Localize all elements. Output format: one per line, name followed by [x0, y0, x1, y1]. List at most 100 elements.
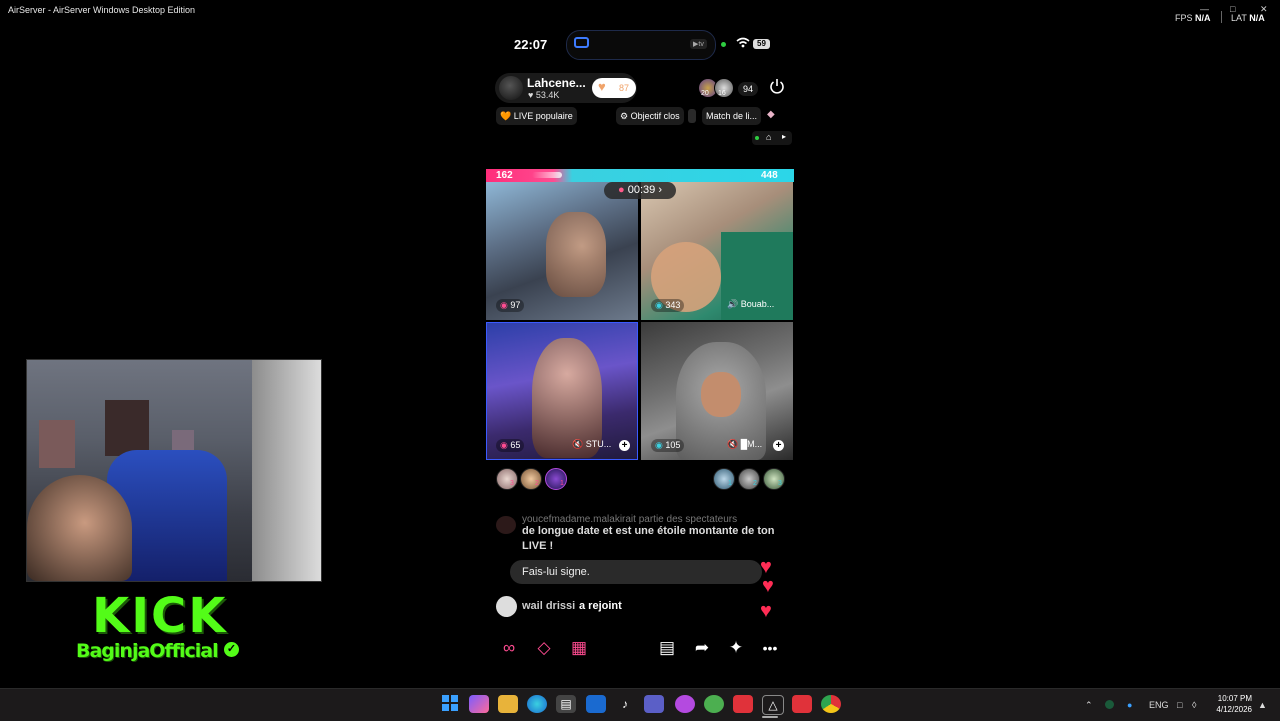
- notifications-icon[interactable]: ▲: [1258, 700, 1267, 710]
- objective-chip[interactable]: ⚙ Objectif clos: [616, 107, 684, 125]
- file-explorer-icon[interactable]: [498, 695, 518, 713]
- guest-name: 🔇 █M...: [727, 439, 763, 449]
- rank-badge: 2: [753, 480, 757, 487]
- clock[interactable]: 10:07 PM 4/12/2026: [1216, 693, 1252, 715]
- floating-heart-icon: ♥: [762, 575, 774, 597]
- guest-face: [701, 372, 741, 417]
- gifter-avatar[interactable]: [496, 468, 518, 490]
- volume-icon[interactable]: ◊: [1192, 700, 1196, 710]
- teams-icon[interactable]: [644, 695, 664, 713]
- guest-score-badge: ◉ 65: [496, 439, 525, 452]
- app-red-icon[interactable]: [733, 695, 753, 713]
- magic-wand-icon[interactable]: ✦: [723, 635, 749, 661]
- network-icon[interactable]: □: [1177, 700, 1182, 710]
- power-icon[interactable]: [768, 77, 786, 95]
- timer-text: 00:39: [627, 184, 656, 196]
- mail-icon[interactable]: [586, 695, 606, 713]
- chip-separator-icon: [688, 109, 696, 123]
- start-icon[interactable]: [440, 695, 460, 713]
- online-dot: [755, 136, 759, 140]
- score-flare: [532, 172, 562, 178]
- fps-value: N/A: [1195, 13, 1211, 23]
- more-icon[interactable]: •••: [757, 635, 783, 661]
- wall-poster: [105, 400, 149, 456]
- rank-badge: 3: [510, 480, 514, 487]
- status-time: 22:07: [514, 37, 548, 52]
- minimize-button[interactable]: —: [1200, 4, 1209, 14]
- joiner-avatar[interactable]: [496, 596, 517, 617]
- media-icon[interactable]: ▤: [654, 635, 680, 661]
- kick-username: BaginjaOfficial: [76, 640, 219, 662]
- edge-icon[interactable]: [527, 695, 547, 713]
- guest-score-badge: ◉ 97: [496, 299, 525, 312]
- gem-icon[interactable]: ◆: [767, 109, 775, 120]
- appletv-badge: ▶tv: [690, 39, 707, 49]
- share-icon[interactable]: ➦: [689, 635, 715, 661]
- heart-icon: ♥: [598, 79, 606, 94]
- chrome-icon[interactable]: [821, 695, 841, 713]
- rank-badge: 3: [778, 480, 782, 487]
- fps-label: FPS: [1175, 13, 1193, 23]
- chevron-right-icon: ›: [658, 184, 662, 196]
- app-icon[interactable]: [704, 695, 724, 713]
- battle-link-icon[interactable]: ∞: [496, 635, 522, 661]
- viewer-count[interactable]: 94: [738, 82, 759, 96]
- maximize-button[interactable]: □: [1230, 4, 1235, 14]
- fps-readout: FPS N/A: [1175, 13, 1211, 23]
- close-button[interactable]: ✕: [1260, 4, 1268, 15]
- language-indicator[interactable]: ENG: [1149, 700, 1169, 710]
- guest-score: 97: [510, 300, 521, 310]
- webcam-feed: [26, 359, 322, 582]
- joined-text: a rejoint: [579, 600, 622, 612]
- rank-badge: 1: [728, 480, 732, 487]
- team-left-score: 162: [496, 170, 513, 181]
- host-name: Lahcene...: [527, 76, 586, 90]
- airserver-icon[interactable]: △: [762, 695, 784, 715]
- apps-grid-icon[interactable]: ▦: [566, 635, 592, 661]
- viewer-badge: 16: [718, 90, 726, 97]
- chat-avatar[interactable]: [496, 516, 516, 534]
- guest-name: 🔊 Bouab...: [727, 299, 775, 309]
- match-chip[interactable]: Match de li...: [702, 107, 762, 125]
- wall-poster: [39, 420, 75, 468]
- add-guest-button[interactable]: +: [773, 440, 784, 451]
- active-app-indicator: [762, 716, 778, 718]
- fps-divider: [1221, 11, 1222, 23]
- streamer-figure: [27, 475, 132, 581]
- guest-invite-icon[interactable]: ◇: [531, 635, 557, 661]
- app-red2-icon[interactable]: [792, 695, 812, 713]
- battery-icon: 59: [753, 39, 770, 49]
- add-guest-button[interactable]: +: [619, 440, 630, 451]
- guest-score: 105: [665, 440, 681, 450]
- discord-icon[interactable]: [675, 695, 695, 713]
- screen-mirror-icon: [574, 37, 589, 48]
- camera-indicator-dot: [721, 42, 726, 47]
- tray-app-icon[interactable]: [1105, 700, 1114, 709]
- home-icon: ⌂: [766, 132, 772, 142]
- viewer-badge: 20: [701, 90, 709, 97]
- rank-badge: 2: [535, 480, 539, 487]
- guest-score-badge: ◉ 105: [651, 439, 685, 452]
- live-popular-chip[interactable]: 🧡 LIVE populaire: [496, 107, 577, 125]
- chevron-up-icon[interactable]: ⌃: [1085, 700, 1093, 711]
- mini-controls[interactable]: ⌂ ▸: [752, 131, 792, 145]
- kick-logo: KICK: [92, 588, 228, 644]
- guest-figure: [546, 212, 606, 297]
- guest-score-badge: ◉ 343: [651, 299, 685, 312]
- host-avatar[interactable]: [499, 76, 523, 100]
- battle-icon: ●: [618, 184, 625, 196]
- guest-name: 🔇 STU...: [572, 439, 612, 449]
- clock-date: 4/12/2026: [1216, 705, 1252, 714]
- team-right-score: 448: [761, 170, 778, 181]
- copilot-icon[interactable]: [469, 695, 489, 713]
- score-icon: ◉: [655, 300, 663, 310]
- joiner-name[interactable]: wail drissi: [522, 600, 575, 612]
- microphone-icon[interactable]: ●: [1127, 700, 1132, 710]
- wave-suggestion-text: Fais-lui signe.: [522, 566, 590, 578]
- tiktok-icon[interactable]: ♪: [615, 695, 635, 713]
- verified-icon: ✓: [224, 642, 239, 657]
- shelf: [252, 360, 321, 581]
- wifi-icon: [736, 37, 750, 51]
- battle-timer[interactable]: ● 00:39 ›: [604, 182, 676, 199]
- store-icon[interactable]: ▤: [556, 695, 576, 713]
